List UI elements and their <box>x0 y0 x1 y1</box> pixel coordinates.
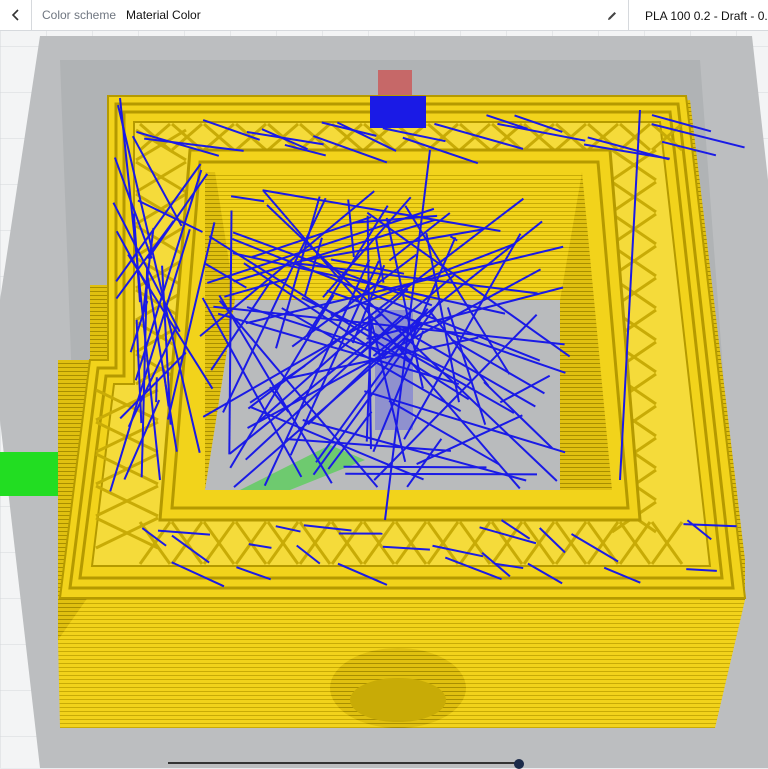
back-button[interactable] <box>0 0 32 31</box>
pencil-icon <box>606 10 618 22</box>
layer-view-viewport[interactable] <box>0 31 768 768</box>
z-axis-marker <box>378 70 412 98</box>
print-settings-button[interactable]: PLA 100 0.2 - Draft - 0.2 <box>628 0 768 31</box>
color-scheme-label: Color scheme <box>42 8 116 22</box>
chevron-left-icon <box>11 9 21 21</box>
viewport-header: Color scheme Material Color PLA 100 0.2 … <box>0 0 768 31</box>
front-button-hole <box>350 678 446 722</box>
print-profile-label: PLA 100 0.2 - Draft - 0.2 <box>645 9 768 23</box>
travel-move <box>344 467 487 468</box>
top-notch <box>370 96 426 128</box>
edit-button[interactable] <box>598 0 626 31</box>
layer-slider-track[interactable] <box>168 762 520 764</box>
color-scheme-dropdown[interactable]: Material Color <box>126 8 201 22</box>
